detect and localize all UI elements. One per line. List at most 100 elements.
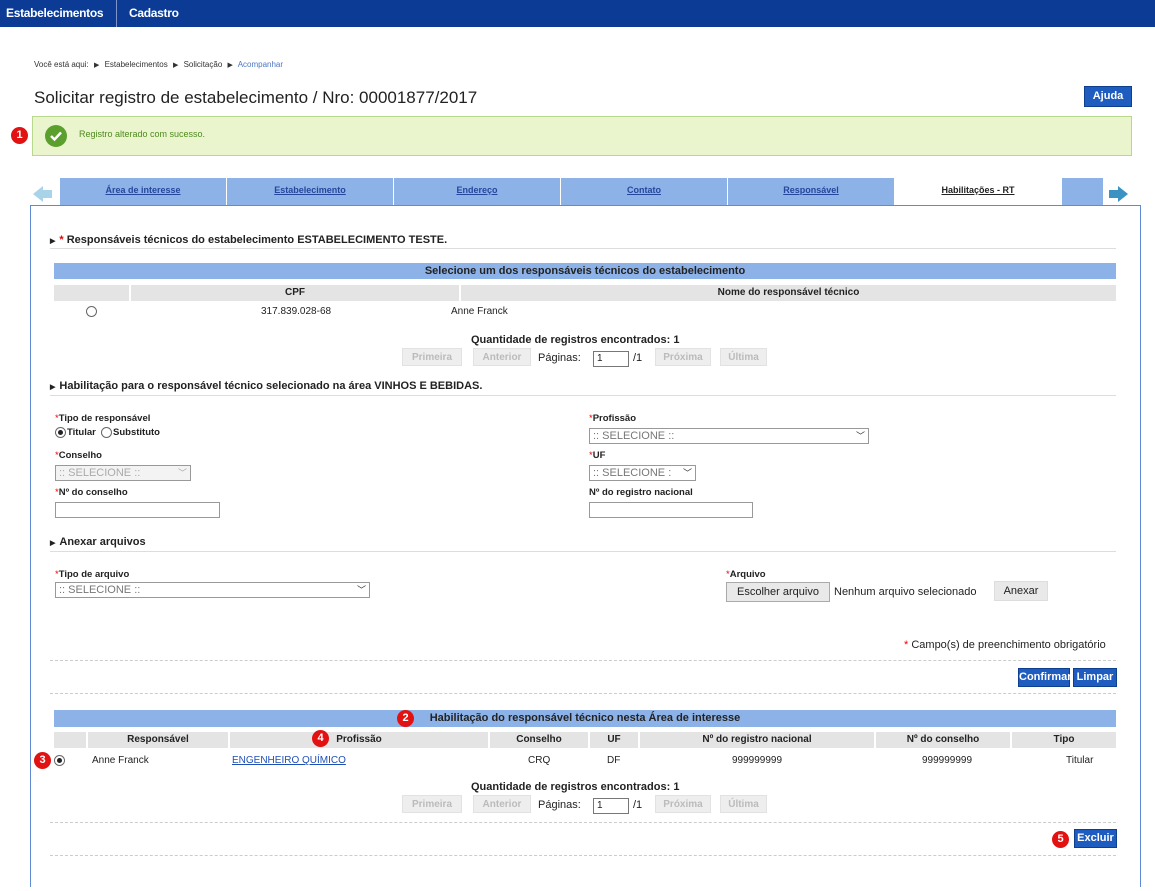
hab-col-select — [54, 732, 86, 748]
tab-spacer — [1062, 178, 1104, 206]
rt-pager-prev[interactable]: Anterior — [473, 348, 531, 366]
breadcrumb: Você está aqui: ▶ Estabelecimentos ▶ Sol… — [34, 60, 283, 69]
hab-pager-first[interactable]: Primeira — [402, 795, 462, 813]
success-message-box: Registro alterado com sucesso. — [32, 116, 1132, 156]
rt-pager-last[interactable]: Última — [720, 348, 767, 366]
tab-responsavel[interactable]: Responsável — [728, 178, 895, 206]
menu-cadastro[interactable]: Cadastro — [129, 0, 179, 27]
rt-row-radio[interactable] — [86, 306, 97, 317]
annotation-marker-3: 3 — [34, 752, 51, 769]
help-button[interactable]: Ajuda — [1084, 86, 1132, 107]
menu-estabelecimentos[interactable]: Estabelecimentos — [6, 0, 104, 27]
profissao-select[interactable]: :: SELECIONE :: ﹀ — [589, 428, 869, 444]
chevron-down-icon: ﹀ — [682, 468, 692, 478]
rt-col-cpf: CPF — [131, 285, 459, 301]
hab-pager-next[interactable]: Próxima — [655, 795, 711, 813]
breadcrumb-item-estabelecimentos[interactable]: Estabelecimentos — [105, 60, 168, 69]
rt-pager-pages-label: Páginas: — [538, 352, 581, 364]
rt-pager-total: /1 — [633, 352, 643, 364]
hab-pager-total: /1 — [633, 799, 643, 811]
section-arrow-icon: ▶ — [50, 384, 56, 391]
hab-row-uf: DF — [607, 755, 621, 766]
tipo-arquivo-label: *Tipo de arquivo — [55, 569, 130, 580]
hab-pager-prev[interactable]: Anterior — [473, 795, 531, 813]
required-mark: * — [59, 234, 64, 246]
dotted-divider — [50, 693, 1116, 694]
dotted-divider — [50, 855, 1116, 856]
tab-habilitacoes-rt[interactable]: Habilitações - RT — [895, 178, 1062, 206]
required-note: * Campo(s) de preenchimento obrigatório — [904, 639, 1106, 651]
rt-pager-first[interactable]: Primeira — [402, 348, 462, 366]
conselho-label: *Conselho — [55, 450, 102, 461]
dotted-divider — [50, 660, 1116, 661]
confirm-button[interactable]: Confirmar — [1018, 668, 1072, 687]
tab-estabelecimento[interactable]: Estabelecimento — [227, 178, 394, 206]
tab-bar: Área de interesse Estabelecimento Endere… — [30, 178, 1135, 206]
annotation-marker-1: 1 — [11, 127, 28, 144]
hab-table-title: Habilitação do responsável técnico nesta… — [54, 710, 1116, 727]
annotation-marker-4: 4 — [312, 730, 329, 747]
breadcrumb-item-solicitacao[interactable]: Solicitação — [184, 60, 223, 69]
menu-separator — [116, 0, 117, 27]
substituto-radio[interactable] — [101, 427, 112, 438]
breadcrumb-item-acompanhar[interactable]: Acompanhar — [238, 60, 283, 69]
attach-button[interactable]: Anexar — [994, 581, 1048, 601]
page-title: Solicitar registro de estabelecimento / … — [34, 88, 478, 107]
success-message: Registro alterado com sucesso. — [79, 129, 206, 139]
hab-pager-pages-label: Páginas: — [538, 799, 581, 811]
rt-record-count: Quantidade de registros encontrados: 1 — [471, 334, 680, 346]
hab-row-registro-nacional: 999999999 — [732, 755, 783, 766]
numero-conselho-label: *Nº do conselho — [55, 487, 128, 498]
rt-col-select — [54, 285, 129, 301]
breadcrumb-arrow-icon: ▶ — [227, 62, 233, 69]
numero-conselho-input[interactable] — [55, 502, 220, 518]
substituto-label: Substituto — [113, 427, 160, 438]
hab-col-uf: UF — [590, 732, 638, 748]
delete-button[interactable]: Excluir — [1074, 829, 1117, 848]
dotted-divider — [50, 822, 1116, 823]
divider — [50, 395, 1116, 396]
chevron-down-icon: ﹀ — [177, 468, 187, 478]
hab-row-numero-conselho: 999999999 — [922, 755, 973, 766]
annotation-marker-5: 5 — [1052, 831, 1069, 848]
rt-col-name: Nome do responsável técnico — [461, 285, 1116, 301]
titular-label: Titular — [67, 427, 96, 438]
tab-endereco[interactable]: Endereço — [394, 178, 561, 206]
tab-area-de-interesse[interactable]: Área de interesse — [60, 178, 227, 206]
hab-row-radio[interactable] — [54, 755, 65, 766]
chevron-down-icon: ﹀ — [855, 431, 865, 441]
rt-pager-next[interactable]: Próxima — [655, 348, 711, 366]
hab-col-responsavel: Responsável — [88, 732, 228, 748]
tab-contato[interactable]: Contato — [561, 178, 728, 206]
arquivo-label: *Arquivo — [726, 569, 766, 580]
no-file-text: Nenhum arquivo selecionado — [834, 586, 977, 598]
clear-button[interactable]: Limpar — [1073, 668, 1117, 687]
hab-row-profissao-link[interactable]: ENGENHEIRO QUÍMICO — [232, 755, 346, 766]
titular-radio[interactable] — [55, 427, 66, 438]
rt-row-cpf: 317.839.028-68 — [261, 306, 332, 317]
hab-col-numero-conselho: Nº do conselho — [876, 732, 1010, 748]
uf-select[interactable]: :: SELECIONE : ﹀ — [589, 465, 696, 481]
hab-record-count: Quantidade de registros encontrados: 1 — [471, 781, 680, 793]
tipo-arquivo-select[interactable]: :: SELECIONE :: ﹀ — [55, 582, 370, 598]
conselho-select[interactable]: :: SELECIONE :: ﹀ — [55, 465, 191, 481]
annotation-marker-2: 2 — [397, 710, 414, 727]
rt-pager-page-input[interactable]: 1 — [593, 351, 629, 367]
hab-row-responsavel: Anne Franck — [92, 755, 149, 766]
rt-table-title: Selecione um dos responsáveis técnicos d… — [54, 263, 1116, 279]
rt-row-name: Anne Franck — [451, 306, 508, 317]
hab-pager-last[interactable]: Última — [720, 795, 767, 813]
top-menu-bar: Estabelecimentos Cadastro — [0, 0, 1155, 27]
registro-nacional-input[interactable] — [589, 502, 753, 518]
section-title-rt: ▶ * Responsáveis técnicos do estabelecime… — [50, 234, 447, 246]
choose-file-button[interactable]: Escolher arquivo — [726, 582, 830, 602]
hab-pager-page-input[interactable]: 1 — [593, 798, 629, 814]
section-arrow-icon: ▶ — [50, 238, 56, 245]
hab-row-conselho: CRQ — [528, 755, 551, 766]
tab-next-arrow-icon[interactable] — [1108, 184, 1128, 204]
section-arrow-icon: ▶ — [50, 540, 56, 547]
section-title-hab: ▶ Habilitação para o responsável técnico … — [50, 380, 483, 392]
hab-col-profissao: Profissão — [230, 732, 488, 748]
section-title-files: ▶ Anexar arquivos — [50, 536, 146, 548]
hab-col-conselho: Conselho — [490, 732, 588, 748]
